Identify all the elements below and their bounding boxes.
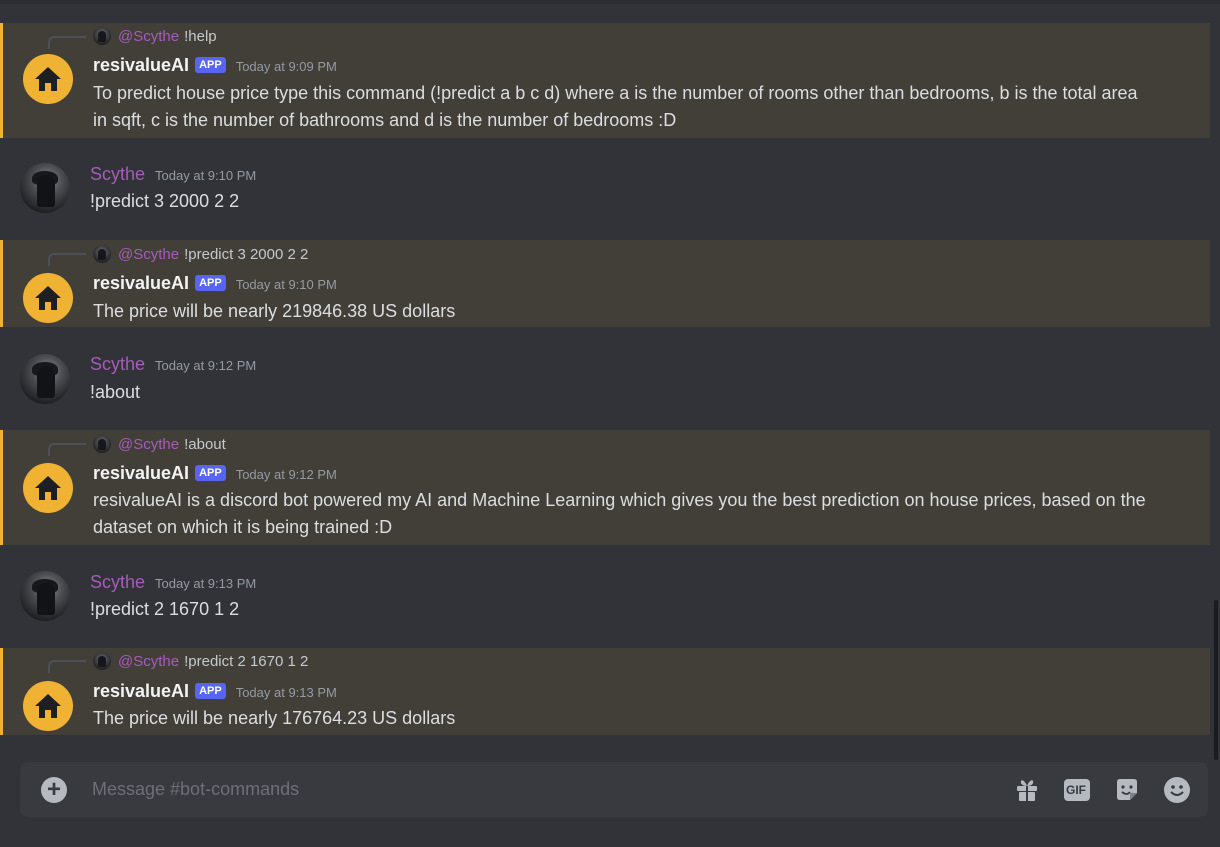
author-name[interactable]: Scythe bbox=[90, 164, 145, 185]
timestamp[interactable]: Today at 9:09 PM bbox=[236, 59, 337, 74]
reply-author[interactable]: @Scythe bbox=[118, 653, 179, 670]
timestamp[interactable]: Today at 9:10 PM bbox=[236, 277, 337, 292]
reply-connector bbox=[48, 660, 86, 673]
gift-icon[interactable] bbox=[1013, 776, 1041, 804]
gif-label: GIF bbox=[1066, 783, 1086, 797]
reply-connector bbox=[48, 443, 86, 456]
author-name[interactable]: resivalueAI bbox=[93, 681, 189, 702]
avatar-figure bbox=[37, 583, 55, 615]
bot-avatar[interactable] bbox=[23, 463, 73, 513]
bot-message[interactable]: @Scythe !help resivalueAI APP Today at 9… bbox=[0, 23, 1210, 138]
message-header: Scythe Today at 9:12 PM bbox=[90, 354, 256, 375]
message-header: resivalueAI APP Today at 9:09 PM bbox=[93, 55, 337, 76]
message-list[interactable]: @Scythe !help resivalueAI APP Today at 9… bbox=[0, 0, 1210, 760]
bot-avatar[interactable] bbox=[23, 54, 73, 104]
user-avatar[interactable] bbox=[20, 163, 70, 213]
reply-text: !predict 3 2000 2 2 bbox=[184, 245, 309, 263]
bot-avatar[interactable] bbox=[23, 273, 73, 323]
reply-avatar bbox=[93, 652, 111, 670]
message-input[interactable] bbox=[90, 778, 694, 801]
app-badge: APP bbox=[195, 465, 226, 481]
reply-author[interactable]: @Scythe bbox=[118, 246, 179, 263]
timestamp[interactable]: Today at 9:12 PM bbox=[236, 467, 337, 482]
reply-text: !about bbox=[184, 435, 226, 453]
reply-author[interactable]: @Scythe bbox=[118, 436, 179, 453]
app-badge: APP bbox=[195, 683, 226, 699]
plus-circle-icon[interactable]: + bbox=[41, 776, 67, 803]
message-content: !predict 2 1670 1 2 bbox=[90, 599, 240, 619]
reply-preview[interactable]: @Scythe !help bbox=[93, 27, 217, 45]
avatar-figure bbox=[37, 175, 55, 207]
house-icon bbox=[35, 476, 61, 500]
app-badge: APP bbox=[195, 275, 226, 291]
message-content: The price will be nearly 219846.38 US do… bbox=[93, 301, 456, 321]
message-header: resivalueAI APP Today at 9:13 PM bbox=[93, 681, 337, 702]
message-content: To predict house price type this command… bbox=[93, 83, 1138, 130]
reply-avatar bbox=[93, 245, 111, 263]
author-name[interactable]: Scythe bbox=[90, 572, 145, 593]
emoji-icon[interactable] bbox=[1163, 776, 1191, 804]
reply-connector bbox=[48, 36, 86, 49]
app-badge: APP bbox=[195, 57, 226, 73]
message-header: resivalueAI APP Today at 9:12 PM bbox=[93, 463, 337, 484]
message-header: Scythe Today at 9:13 PM bbox=[90, 572, 256, 593]
user-avatar[interactable] bbox=[20, 571, 70, 621]
sticker-icon[interactable] bbox=[1113, 776, 1141, 804]
house-icon bbox=[35, 286, 61, 310]
reply-author[interactable]: @Scythe bbox=[118, 28, 179, 45]
timestamp[interactable]: Today at 9:10 PM bbox=[155, 168, 256, 183]
message-composer: + GIF bbox=[20, 762, 1208, 817]
author-name[interactable]: Scythe bbox=[90, 354, 145, 375]
scrollbar[interactable] bbox=[1214, 600, 1218, 760]
message-content: !predict 3 2000 2 2 bbox=[90, 191, 240, 211]
user-message[interactable]: Scythe Today at 9:10 PM !predict 3 2000 … bbox=[0, 150, 1210, 230]
reply-avatar bbox=[93, 27, 111, 45]
message-header: resivalueAI APP Today at 9:10 PM bbox=[93, 273, 337, 294]
house-icon bbox=[35, 694, 61, 718]
timestamp[interactable]: Today at 9:13 PM bbox=[236, 685, 337, 700]
gif-icon[interactable]: GIF bbox=[1063, 776, 1091, 804]
author-name[interactable]: resivalueAI bbox=[93, 463, 189, 484]
reply-preview[interactable]: @Scythe !about bbox=[93, 435, 226, 453]
house-icon bbox=[35, 67, 61, 91]
reply-text: !help bbox=[184, 27, 217, 45]
timestamp[interactable]: Today at 9:12 PM bbox=[155, 358, 256, 373]
user-avatar[interactable] bbox=[20, 354, 70, 404]
bot-avatar[interactable] bbox=[23, 681, 73, 731]
reply-text: !predict 2 1670 1 2 bbox=[184, 652, 309, 670]
reply-preview[interactable]: @Scythe !predict 3 2000 2 2 bbox=[93, 245, 308, 263]
avatar-figure bbox=[37, 366, 55, 398]
user-message[interactable]: Scythe Today at 9:12 PM !about bbox=[0, 340, 1210, 420]
message-header: Scythe Today at 9:10 PM bbox=[90, 164, 256, 185]
reply-connector bbox=[48, 253, 86, 266]
bot-message[interactable]: @Scythe !about resivalueAI APP Today at … bbox=[0, 430, 1210, 545]
author-name[interactable]: resivalueAI bbox=[93, 273, 189, 294]
message-content: resivalueAI is a discord bot powered my … bbox=[93, 490, 1146, 537]
bot-message[interactable]: @Scythe !predict 3 2000 2 2 resivalueAI … bbox=[0, 240, 1210, 327]
reply-avatar bbox=[93, 435, 111, 453]
user-message[interactable]: Scythe Today at 9:13 PM !predict 2 1670 … bbox=[0, 558, 1210, 638]
timestamp[interactable]: Today at 9:13 PM bbox=[155, 576, 256, 591]
bot-message[interactable]: @Scythe !predict 2 1670 1 2 resivalueAI … bbox=[0, 648, 1210, 735]
message-content: The price will be nearly 176764.23 US do… bbox=[93, 708, 456, 728]
reply-preview[interactable]: @Scythe !predict 2 1670 1 2 bbox=[93, 652, 308, 670]
author-name[interactable]: resivalueAI bbox=[93, 55, 189, 76]
message-content: !about bbox=[90, 382, 141, 402]
